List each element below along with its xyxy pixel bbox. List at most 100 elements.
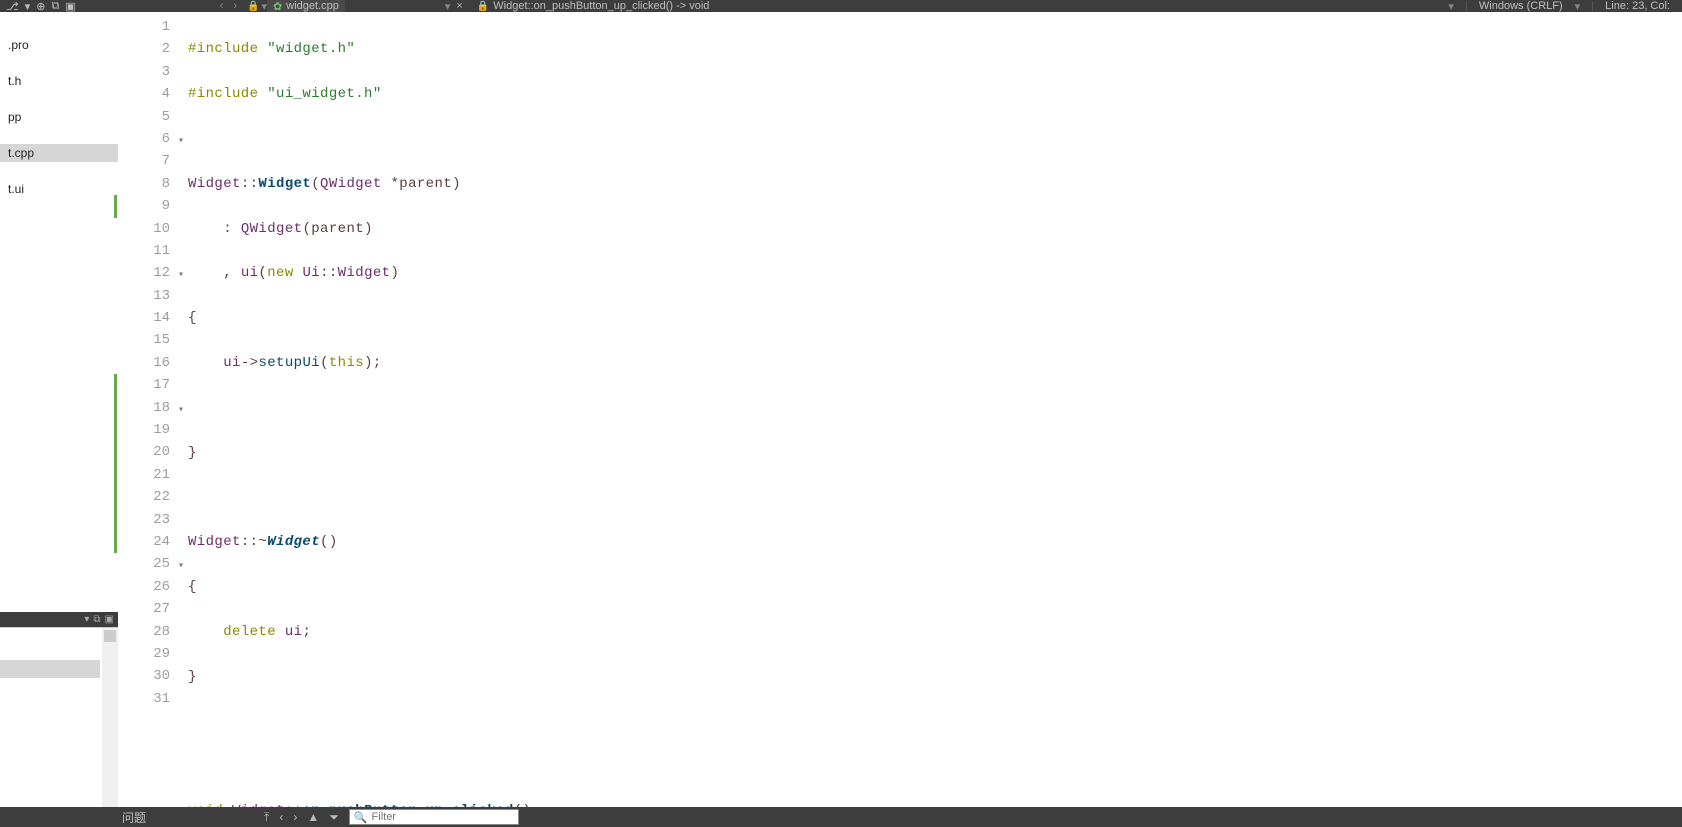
project-tree[interactable]: .pro t.h pp t.cpp t.ui: [0, 12, 118, 612]
line-number: 29: [118, 643, 170, 665]
line-number: 2: [118, 38, 170, 60]
title-tab-bar: ⎇ ▾ ⊕ ⧉ ▣ ‹ › 🔒 ▾ ✿ widget.cpp ▾ × 🔒 Wid…: [0, 0, 1682, 12]
issues-bar: 问题 ⤒ ‹ › ▲ ⏷ 🔍: [0, 807, 1682, 827]
tab-close-icon[interactable]: ×: [456, 0, 462, 12]
encoding-label[interactable]: Windows (CRLF): [1479, 0, 1563, 12]
line-number: 8: [118, 173, 170, 195]
project-sidebar: .pro t.h pp t.cpp t.ui ▾ ⧉ ▣: [0, 12, 118, 807]
vertical-scrollbar[interactable]: [102, 628, 118, 807]
change-marker: [114, 397, 117, 419]
line-number: 10: [118, 218, 170, 240]
line-number: 16: [118, 352, 170, 374]
line-number: 25▾: [118, 553, 170, 575]
class-name: Widget: [188, 176, 241, 192]
change-marker: [114, 509, 117, 531]
outline-panel-header: ▾ ⧉ ▣: [0, 612, 118, 627]
code-editor[interactable]: 1 2 3 4 5 6▾ 7 8 9 10 11 12▾ 13 14 15 16…: [118, 12, 1682, 807]
fold-toggle-icon[interactable]: ▾: [178, 556, 184, 578]
line-number: 11: [118, 240, 170, 262]
tree-item[interactable]: .pro: [0, 36, 118, 54]
scrollbar-thumb[interactable]: [104, 630, 116, 642]
more-icon[interactable]: ▣: [59, 0, 75, 13]
panel-split-icon[interactable]: ⧉: [93, 614, 100, 625]
split-icon[interactable]: ⧉: [45, 0, 59, 13]
line-number: 20: [118, 441, 170, 463]
line-number: 30: [118, 665, 170, 687]
line-number: 26: [118, 576, 170, 598]
tree-item[interactable]: t.ui: [0, 180, 118, 198]
line-number: 18▾: [118, 397, 170, 419]
line-number: 24: [118, 531, 170, 553]
line-number: 5: [118, 106, 170, 128]
include-path: "widget.h": [267, 41, 355, 57]
tree-item[interactable]: pp: [0, 108, 118, 126]
change-marker: [114, 486, 117, 508]
filter-input[interactable]: [372, 811, 514, 823]
issues-label[interactable]: 问题: [0, 809, 154, 826]
nav-forward-button[interactable]: ›: [229, 0, 241, 12]
include-path: "ui_widget.h": [267, 86, 381, 102]
prev-issue-icon[interactable]: ‹: [279, 810, 283, 824]
search-icon: 🔍: [354, 811, 368, 824]
change-marker: [114, 441, 117, 463]
line-number: 23: [118, 509, 170, 531]
main-area: .pro t.h pp t.cpp t.ui ▾ ⧉ ▣ 1 2 3 4 5 6…: [0, 12, 1682, 807]
tab-label: widget.cpp: [286, 0, 339, 12]
preprocessor: #include: [188, 86, 267, 102]
fold-toggle-icon[interactable]: ▾: [178, 400, 184, 422]
constructor: Widget: [258, 176, 311, 192]
panel-dropdown-icon[interactable]: ▾: [84, 614, 89, 625]
panel-more-icon[interactable]: ▣: [105, 614, 114, 625]
line-number-gutter: 1 2 3 4 5 6▾ 7 8 9 10 11 12▾ 13 14 15 16…: [118, 12, 188, 807]
fold-toggle-icon[interactable]: ▾: [178, 131, 184, 153]
line-number: 17: [118, 374, 170, 396]
separator: [1466, 1, 1467, 11]
symbol-dropdown-icon[interactable]: ▾: [1448, 0, 1454, 13]
function-name: on_pushButton_up_clicked: [302, 803, 513, 807]
change-marker: [114, 464, 117, 486]
line-number: 13: [118, 285, 170, 307]
encoding-dropdown-icon[interactable]: ▾: [1575, 0, 1581, 13]
symbol-locator[interactable]: 🔒 Widget::on_pushButton_up_clicked() -> …: [471, 0, 716, 12]
change-marker: [114, 195, 117, 217]
symbol-lock-icon: 🔒: [477, 1, 489, 12]
line-number: 15: [118, 329, 170, 351]
tab-dropdown-icon[interactable]: ▾: [445, 0, 451, 13]
outline-selection: [0, 660, 100, 678]
jump-icon[interactable]: ⤒: [264, 810, 269, 825]
destructor: Widget: [267, 534, 320, 550]
change-marker: [114, 374, 117, 396]
cursor-position-label[interactable]: Line: 23, Col:: [1605, 0, 1670, 12]
line-number: 12▾: [118, 262, 170, 284]
tree-item-active[interactable]: t.cpp: [0, 144, 118, 162]
line-number: 27: [118, 598, 170, 620]
link-icon[interactable]: ⊕: [30, 0, 45, 13]
line-number: 19: [118, 419, 170, 441]
change-marker: [114, 419, 117, 441]
code-content[interactable]: #include "widget.h" #include "ui_widget.…: [188, 12, 1682, 807]
line-number: 14: [118, 307, 170, 329]
line-number: 31: [118, 688, 170, 710]
separator: [1592, 1, 1593, 11]
filter-funnel-icon[interactable]: ⏷: [329, 810, 339, 825]
issues-filter-field[interactable]: 🔍: [349, 809, 519, 825]
nav-back-button[interactable]: ‹: [216, 0, 228, 12]
filter-icon[interactable]: ▾: [19, 0, 31, 13]
line-number: 1: [118, 16, 170, 38]
tree-item[interactable]: t.h: [0, 72, 118, 90]
symbol-text: Widget::on_pushButton_up_clicked() -> vo…: [493, 0, 709, 12]
line-number: 9: [118, 195, 170, 217]
change-marker: [114, 531, 117, 553]
outline-panel[interactable]: [0, 627, 118, 807]
warning-icon[interactable]: ▲: [307, 810, 319, 824]
line-number: 4: [118, 83, 170, 105]
line-number: 7: [118, 150, 170, 172]
qt-file-icon: ✿: [273, 0, 282, 13]
line-number: 28: [118, 621, 170, 643]
fold-toggle-icon[interactable]: ▾: [178, 265, 184, 287]
lock-icon[interactable]: 🔒: [247, 1, 259, 12]
next-issue-icon[interactable]: ›: [293, 810, 297, 824]
branch-icon[interactable]: ⎇: [0, 0, 19, 13]
line-number: 3: [118, 61, 170, 83]
editor-tab-widget-cpp[interactable]: ✿ widget.cpp: [267, 0, 345, 12]
